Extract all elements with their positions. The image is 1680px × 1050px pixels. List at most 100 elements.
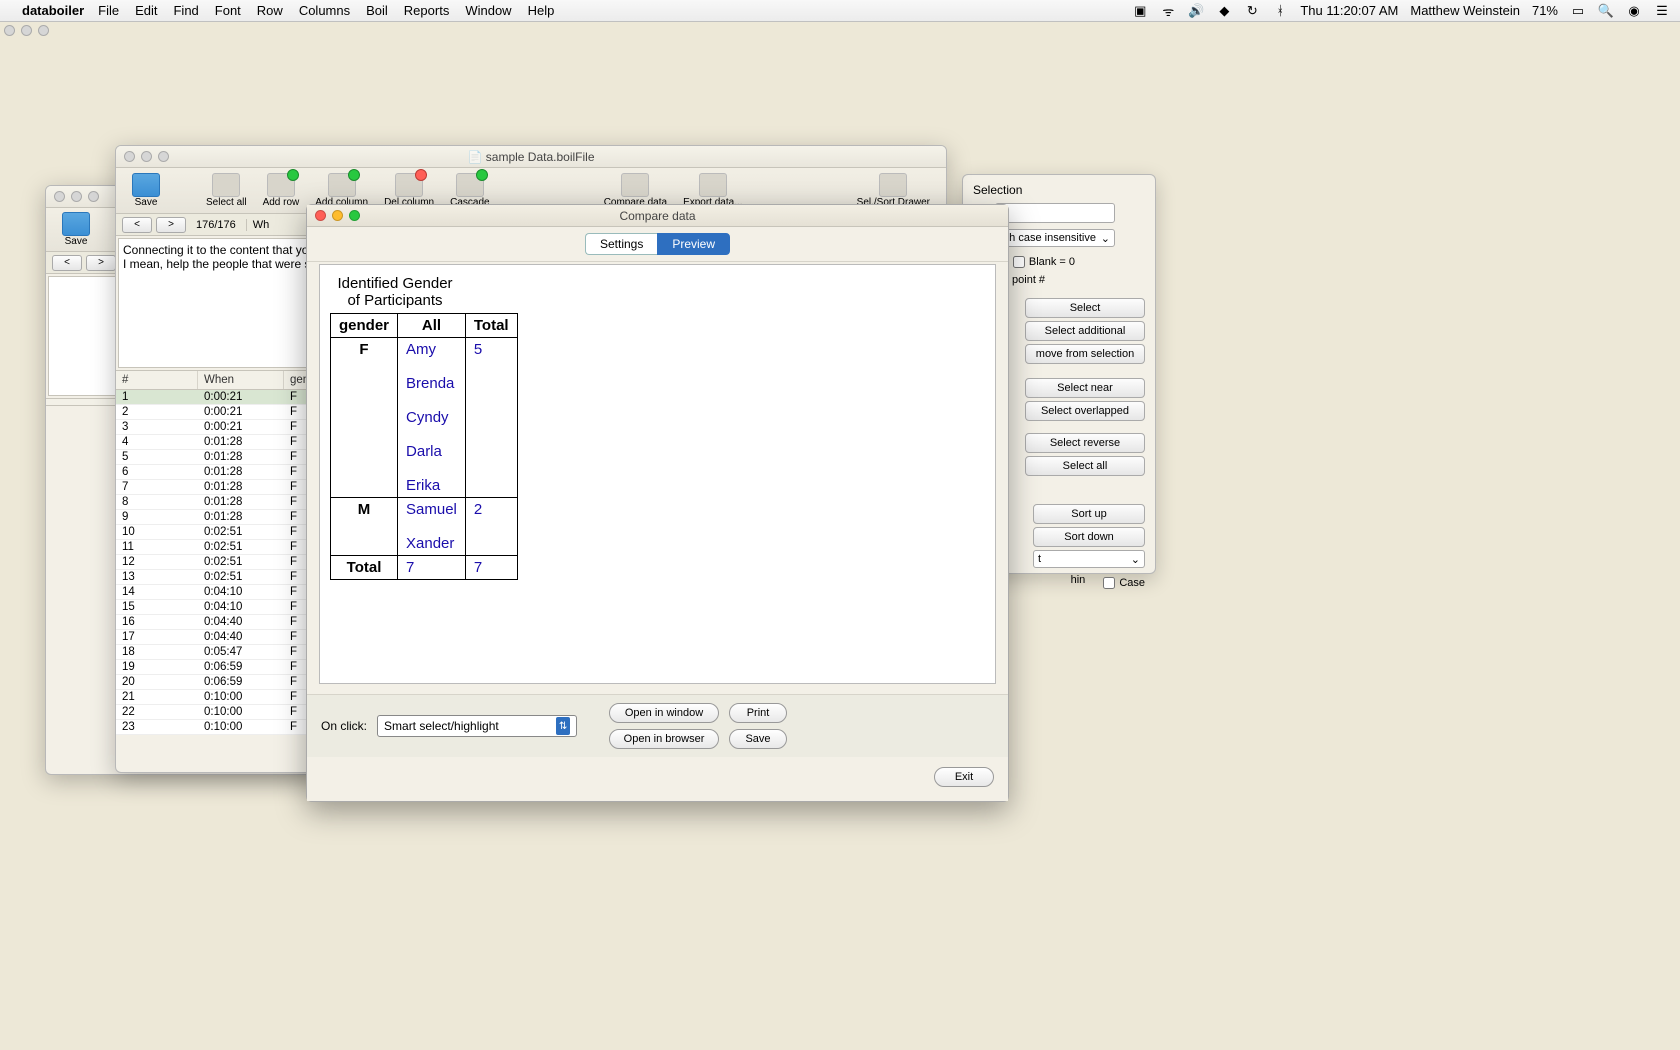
- menu-reports[interactable]: Reports: [404, 3, 450, 18]
- select-all-button[interactable]: Select all: [206, 173, 247, 208]
- battery-icon[interactable]: ▭: [1570, 3, 1586, 19]
- bgwin-nav-back[interactable]: <: [52, 255, 82, 271]
- blank-checkbox[interactable]: Blank = 0: [1013, 256, 1075, 268]
- select-all-button[interactable]: Select all: [1025, 456, 1145, 476]
- control-center-icon[interactable]: ☰: [1654, 3, 1670, 19]
- menu-window[interactable]: Window: [465, 3, 511, 18]
- bgwin-save-label: Save: [65, 236, 88, 247]
- report-name-link[interactable]: Erika: [406, 477, 440, 494]
- menu-bar: databoiler File Edit Find Font Row Colum…: [0, 0, 1680, 22]
- battery-percent[interactable]: 71%: [1532, 3, 1558, 18]
- menu-edit[interactable]: Edit: [135, 3, 157, 18]
- cascade-button[interactable]: Cascade: [450, 173, 489, 208]
- save-button[interactable]: Save: [132, 173, 160, 208]
- clock[interactable]: Thu 11:20:07 AM: [1300, 3, 1398, 18]
- main-window-title: 📄 sample Data.boilFile: [116, 150, 946, 164]
- select-button[interactable]: Select: [1025, 298, 1145, 318]
- sort-column-dropdown[interactable]: t⌄: [1033, 550, 1145, 568]
- traffic-light-close[interactable]: [4, 25, 15, 36]
- compare-data-button[interactable]: Compare data: [604, 173, 667, 208]
- exit-button[interactable]: Exit: [934, 767, 994, 787]
- bgwin-nav-fwd[interactable]: >: [86, 255, 116, 271]
- preview-area[interactable]: Identified Gender of Participants gender…: [319, 264, 996, 684]
- nav-back-button[interactable]: <: [122, 217, 152, 233]
- bgwin-min-button[interactable]: [71, 191, 82, 202]
- menu-help[interactable]: Help: [528, 3, 555, 18]
- sort-down-button[interactable]: Sort down: [1033, 527, 1145, 547]
- export-icon: [699, 173, 727, 197]
- menu-file[interactable]: File: [98, 3, 119, 18]
- menu-row[interactable]: Row: [257, 3, 283, 18]
- bluetooth-icon[interactable]: ᚼ: [1272, 3, 1288, 19]
- report-name-link[interactable]: Samuel: [406, 501, 457, 518]
- add-row-button[interactable]: Add row: [263, 173, 300, 208]
- search-mode-value: rch case insensitive: [1000, 232, 1096, 244]
- traffic-light-max[interactable]: [38, 25, 49, 36]
- compare-data-dialog: Compare data Settings Preview Identified…: [306, 204, 1009, 802]
- sync-icon[interactable]: ↻: [1244, 3, 1260, 19]
- select-additional-button[interactable]: Select additional: [1025, 321, 1145, 341]
- sort-up-button[interactable]: Sort up: [1033, 504, 1145, 524]
- onclick-value: Smart select/highlight: [384, 719, 499, 733]
- open-in-browser-button[interactable]: Open in browser: [609, 729, 719, 749]
- user-name[interactable]: Matthew Weinstein: [1410, 3, 1520, 18]
- report-col-gender: gender: [331, 314, 398, 338]
- report-grand-total[interactable]: 7: [474, 559, 482, 576]
- volume-icon[interactable]: 🔊: [1188, 3, 1204, 19]
- menu-columns[interactable]: Columns: [299, 3, 350, 18]
- save-icon: [132, 173, 160, 197]
- report-col-total: Total: [465, 314, 517, 338]
- sel-sort-drawer-button[interactable]: Sel./Sort Drawer: [857, 173, 930, 208]
- bgwin-save-button[interactable]: Save: [62, 212, 90, 247]
- save-report-button[interactable]: Save: [729, 729, 787, 749]
- grid-icon: [267, 173, 295, 197]
- app-name[interactable]: databoiler: [22, 3, 84, 18]
- wifi-icon[interactable]: ᯤ: [1160, 3, 1176, 19]
- report-count-link[interactable]: 5: [474, 341, 482, 358]
- grid-icon: [328, 173, 356, 197]
- siri-icon[interactable]: ◉: [1626, 3, 1642, 19]
- onclick-dropdown[interactable]: Smart select/highlight ⇅: [377, 715, 577, 737]
- dropbox-icon[interactable]: ◆: [1216, 3, 1232, 19]
- video-icon[interactable]: ▣: [1132, 3, 1148, 19]
- within-label: hin: [1071, 574, 1086, 592]
- open-in-window-button[interactable]: Open in window: [609, 703, 719, 723]
- tab-settings[interactable]: Settings: [585, 233, 657, 255]
- report-name-link[interactable]: Darla: [406, 443, 442, 460]
- select-reverse-button[interactable]: Select reverse: [1025, 433, 1145, 453]
- report-name-link[interactable]: Brenda: [406, 375, 454, 392]
- export-data-button[interactable]: Export data...: [683, 173, 742, 208]
- onclick-label: On click:: [321, 719, 367, 733]
- select-overlapped-button[interactable]: Select overlapped: [1025, 401, 1145, 421]
- report-col-all: All: [398, 314, 466, 338]
- drawer-icon: [879, 173, 907, 197]
- report-grand-all[interactable]: 7: [406, 559, 414, 576]
- col-header-when[interactable]: When: [198, 371, 284, 389]
- menu-font[interactable]: Font: [215, 3, 241, 18]
- report-count-link[interactable]: 2: [474, 501, 482, 518]
- tab-preview[interactable]: Preview: [657, 233, 730, 255]
- traffic-light-min[interactable]: [21, 25, 32, 36]
- nav-fwd-button[interactable]: >: [156, 217, 186, 233]
- print-button[interactable]: Print: [729, 703, 787, 723]
- selection-search-input[interactable]: [995, 203, 1115, 223]
- del-column-button[interactable]: Del column: [384, 173, 434, 208]
- report-name-link[interactable]: Xander: [406, 535, 454, 552]
- bgwin-max-button[interactable]: [88, 191, 99, 202]
- add-column-button[interactable]: Add column: [315, 173, 368, 208]
- remove-selection-button[interactable]: move from selection: [1025, 344, 1145, 364]
- bgwin-close-button[interactable]: [54, 191, 65, 202]
- select-near-button[interactable]: Select near: [1025, 378, 1145, 398]
- spotlight-icon[interactable]: 🔍: [1598, 3, 1614, 19]
- case-checkbox[interactable]: Case: [1103, 577, 1145, 589]
- report-title: Identified Gender of Participants: [330, 275, 460, 309]
- menu-find[interactable]: Find: [173, 3, 198, 18]
- grid-icon: [456, 173, 484, 197]
- search-mode-dropdown[interactable]: rch case insensitive⌄: [995, 229, 1115, 247]
- grid-icon: [395, 173, 423, 197]
- col-header-number[interactable]: #: [116, 371, 198, 389]
- report-name-link[interactable]: Cyndy: [406, 409, 449, 426]
- selection-heading: Selection: [973, 183, 1145, 197]
- menu-boil[interactable]: Boil: [366, 3, 388, 18]
- report-name-link[interactable]: Amy: [406, 341, 436, 358]
